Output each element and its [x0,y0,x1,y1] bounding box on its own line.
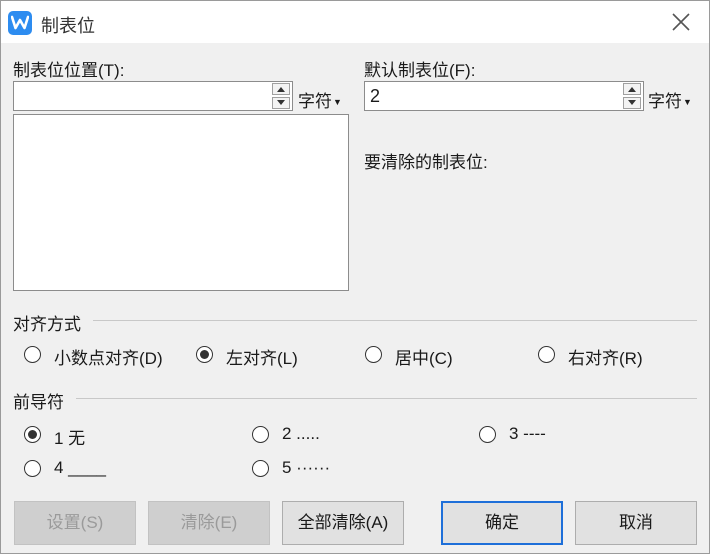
radio-circle [24,346,41,363]
dialog-title: 制表位 [41,16,95,36]
leader-dashes-label: 3 ---- [509,424,546,443]
set-button[interactable]: 设置(S) [14,501,136,545]
clear-all-button[interactable]: 全部清除(A) [282,501,404,545]
ok-button[interactable]: 确定 [441,501,563,545]
dropdown-caret-icon: ▼ [683,97,692,107]
radio-circle [252,426,269,443]
radio-circle [479,426,496,443]
tab-position-down-button[interactable] [272,97,290,109]
leader-middots-label: 5 ······ [282,458,331,477]
close-button[interactable] [665,7,697,37]
leader-group-title: 前导符 [13,393,64,412]
alignment-divider [93,320,697,321]
tab-stops-dialog: 制表位 制表位位置(T): 字符▼ 默认制表位(F): 2 字符▼ 要清除的制表… [0,0,710,554]
tab-position-unit: 字符 [298,92,332,111]
default-tab-unit: 字符 [648,92,682,111]
leader-none-label: 1 无 [54,429,86,448]
wps-writer-icon [8,11,32,35]
radio-circle [538,346,555,363]
clear-button[interactable]: 清除(E) [148,501,270,545]
tabs-to-clear-label: 要清除的制表位: [364,153,488,172]
align-decimal-label: 小数点对齐(D) [54,349,163,368]
default-tab-label: 默认制表位(F): [364,61,476,80]
tab-position-label: 制表位位置(T): [13,61,125,80]
tab-position-input[interactable] [13,81,293,111]
spin-up-icon [277,87,285,92]
radio-circle-selected [196,346,213,363]
spin-down-icon [628,100,636,105]
radio-circle [365,346,382,363]
leader-divider [76,398,697,399]
radio-circle-selected [24,426,41,443]
spin-down-icon [277,100,285,105]
align-center-label: 居中(C) [395,349,453,368]
align-left-label: 左对齐(L) [226,349,298,368]
radio-circle [252,460,269,477]
tab-position-unit-dropdown[interactable]: 字符▼ [298,87,342,112]
title-bar: 制表位 [1,1,709,43]
default-tab-up-button[interactable] [623,83,641,95]
close-icon [672,13,690,31]
cancel-button[interactable]: 取消 [575,501,697,545]
default-tab-value: 2 [370,86,381,106]
radio-circle [24,460,41,477]
align-right-label: 右对齐(R) [568,349,643,368]
tab-position-up-button[interactable] [272,83,290,95]
spin-up-icon [628,87,636,92]
default-tab-unit-dropdown[interactable]: 字符▼ [648,87,692,112]
default-tab-spinner [623,83,641,109]
dropdown-caret-icon: ▼ [333,97,342,107]
alignment-group-title: 对齐方式 [13,315,81,334]
leader-dots-label: 2 ..... [282,424,320,443]
default-tab-down-button[interactable] [623,97,641,109]
tab-stops-list[interactable] [13,114,349,291]
leader-underline-label: 4 ____ [54,458,106,477]
default-tab-input[interactable]: 2 [364,81,644,111]
tab-position-spinner [272,83,290,109]
